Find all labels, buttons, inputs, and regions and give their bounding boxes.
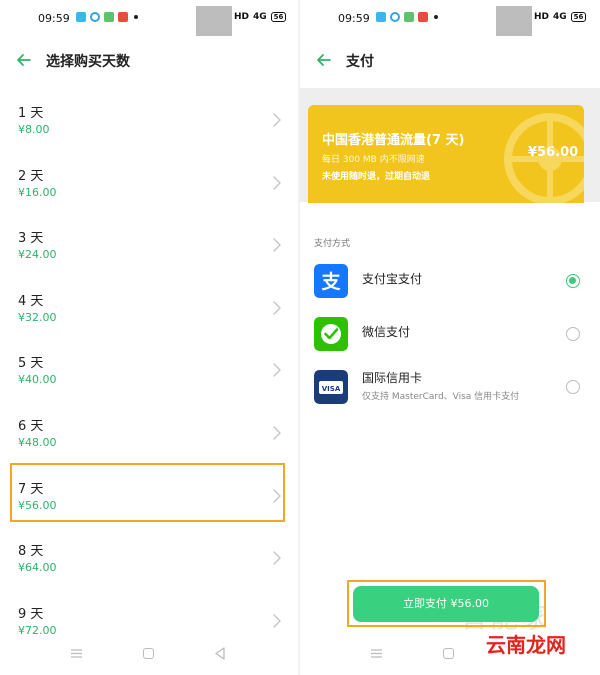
- day-price: ¥16.00: [18, 185, 57, 199]
- battery-icon: 56: [270, 12, 287, 22]
- nav-menu-icon[interactable]: [71, 649, 82, 658]
- signal-indicator: 4G: [253, 12, 267, 22]
- day-option-row[interactable]: 1 天 ¥8.00: [0, 90, 298, 153]
- chevron-right-icon: [273, 426, 281, 440]
- chevron-right-icon: [273, 113, 281, 127]
- day-option-row[interactable]: 9 天 ¥72.00: [0, 591, 298, 654]
- day-option-row[interactable]: 6 天 ¥48.00: [0, 403, 298, 466]
- status-time: 09:59: [38, 12, 70, 25]
- status-bar: 09:59 HD 4G 56: [300, 0, 600, 38]
- select-days-screen: 09:59 HD 4G 56 选择购买天数 1 天 ¥8.00 2 天 ¥16.00 3…: [0, 0, 298, 675]
- redacted-area: [196, 6, 232, 36]
- selected-day-highlight: [10, 463, 285, 522]
- payment-name: 支付宝支付: [362, 272, 423, 286]
- day-price: ¥24.00: [18, 248, 57, 262]
- payment-option-credit-card[interactable]: VISA 国际信用卡 仅支持 MasterCard、Visa 信用卡支付: [300, 364, 600, 410]
- payment-name: 微信支付: [362, 325, 411, 339]
- product-name: 中国香港普通流量(7 天): [322, 133, 465, 148]
- payment-screen: 09:59 HD 4G 56 支付 中国香港普通流量(7 天) 每日 300 M…: [300, 0, 600, 675]
- chevron-right-icon: [273, 238, 281, 252]
- app-notification-icon: [90, 12, 100, 22]
- app-notification-icon: [376, 12, 386, 22]
- day-label: 4 天: [18, 293, 44, 309]
- day-label: 1 天: [18, 106, 44, 121]
- payment-radio[interactable]: [566, 380, 580, 394]
- chevron-right-icon: [273, 551, 281, 565]
- chevron-right-icon: [273, 614, 281, 628]
- redacted-area: [496, 6, 532, 36]
- payment-option-alipay[interactable]: 支 支付宝支付: [300, 258, 600, 304]
- status-time: 09:59: [338, 12, 370, 25]
- app-notification-icon: [76, 12, 86, 22]
- battery-icon: 56: [570, 12, 587, 22]
- payment-radio[interactable]: [566, 327, 580, 341]
- day-label: 5 天: [18, 356, 44, 372]
- nav-back-icon[interactable]: [214, 647, 226, 660]
- status-bar: 09:59 HD 4G 56: [0, 0, 298, 38]
- chevron-right-icon: [273, 363, 281, 378]
- svg-text:VISA: VISA: [322, 385, 341, 393]
- product-refund-note: 未使用随时退，过期自动退: [322, 172, 431, 182]
- day-option-row[interactable]: 2 天 ¥16.00: [0, 153, 298, 216]
- day-option-list: 1 天 ¥8.00 2 天 ¥16.00 3 天 ¥24.00 4 天 ¥32.00 5 天 ¥4…: [0, 90, 298, 653]
- page-header: 选择购买天数: [0, 42, 298, 78]
- app-notification-icon: [418, 12, 428, 22]
- notification-icons: [376, 12, 438, 22]
- nav-home-icon[interactable]: [143, 648, 154, 659]
- wechat-pay-icon: [314, 317, 348, 351]
- payment-method-label: 支付方式: [314, 239, 351, 249]
- day-option-row[interactable]: 4 天 ¥32.00: [0, 278, 298, 341]
- day-label: 8 天: [18, 544, 44, 560]
- alipay-icon: 支: [314, 264, 348, 298]
- app-notification-icon: [404, 12, 414, 22]
- signal-indicator: 4G: [553, 12, 567, 22]
- page-title: 支付: [346, 54, 374, 70]
- hd-indicator: HD: [534, 12, 550, 22]
- pay-now-button[interactable]: 立即支付 ¥56.00: [353, 586, 539, 622]
- notification-icons: [76, 12, 138, 22]
- payment-name: 国际信用卡: [362, 371, 423, 385]
- day-option-row[interactable]: 5 天 ¥40.00: [0, 340, 298, 403]
- status-indicators: HD 4G 56: [234, 12, 287, 22]
- payment-radio[interactable]: [566, 274, 580, 288]
- page-title: 选择购买天数: [46, 54, 130, 70]
- day-label: 3 天: [18, 231, 44, 247]
- app-notification-icon: [390, 12, 400, 22]
- site-watermark-logo: 云南龙网: [486, 633, 566, 657]
- day-price: ¥32.00: [18, 310, 57, 324]
- nav-home-icon[interactable]: [443, 648, 454, 659]
- page-header: 支付: [300, 42, 600, 78]
- day-label: 6 天: [18, 418, 44, 434]
- day-option-row[interactable]: 8 天 ¥64.00: [0, 528, 298, 591]
- back-arrow-icon[interactable]: [314, 50, 334, 70]
- product-price: ¥56.00: [528, 145, 579, 160]
- app-notification-icon: [104, 12, 114, 22]
- day-price: ¥8.00: [18, 123, 50, 136]
- product-card: 中国香港普通流量(7 天) 每日 300 MB 内不限网速 未使用随时退，过期自…: [308, 105, 584, 203]
- chevron-right-icon: [273, 175, 281, 190]
- chevron-right-icon: [273, 301, 281, 315]
- day-label: 2 天: [18, 168, 44, 184]
- day-price: ¥72.00: [18, 623, 57, 637]
- payment-description: 仅支持 MasterCard、Visa 信用卡支付: [362, 392, 520, 402]
- more-notifications-dot: [434, 15, 438, 19]
- day-price: ¥40.00: [18, 373, 57, 387]
- payment-option-wechat[interactable]: 微信支付: [300, 311, 600, 357]
- more-notifications-dot: [134, 15, 138, 19]
- product-quota: 每日 300 MB 内不限网速: [322, 155, 425, 165]
- day-option-row[interactable]: 3 天 ¥24.00: [0, 215, 298, 278]
- day-label: 9 天: [18, 606, 44, 622]
- svg-text:支: 支: [320, 271, 341, 293]
- system-nav-bar: [0, 645, 298, 665]
- status-indicators: HD 4G 56: [534, 12, 587, 22]
- visa-card-icon: VISA: [314, 370, 348, 404]
- back-arrow-icon[interactable]: [14, 50, 34, 70]
- nav-menu-icon[interactable]: [371, 649, 382, 658]
- day-price: ¥48.00: [18, 435, 57, 449]
- app-notification-icon: [118, 12, 128, 22]
- hd-indicator: HD: [234, 12, 250, 22]
- day-price: ¥64.00: [18, 561, 57, 575]
